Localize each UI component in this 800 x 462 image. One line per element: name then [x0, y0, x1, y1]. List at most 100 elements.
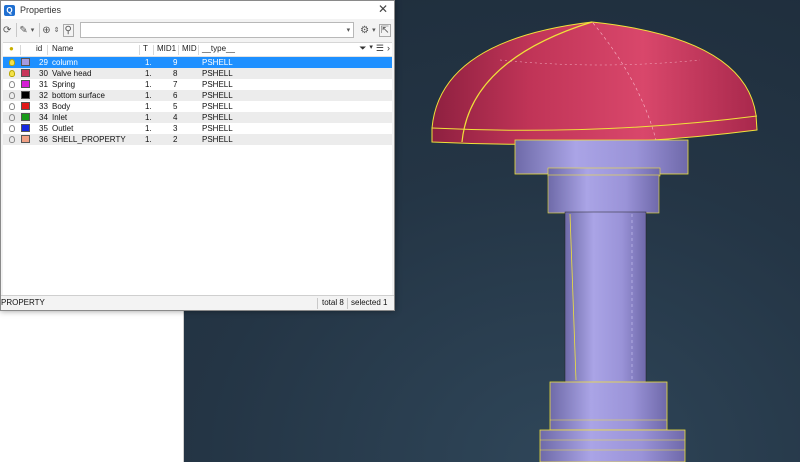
table-row[interactable]: 29 column 1. 9 PSHELL — [3, 57, 392, 68]
color-swatch[interactable] — [21, 69, 30, 77]
cell-mid1: 4 — [173, 113, 178, 122]
visibility-bulb-icon[interactable] — [9, 92, 15, 99]
table-row[interactable]: 31 Spring 1. 7 PSHELL — [3, 79, 392, 90]
refresh-icon[interactable]: ⟳ — [3, 25, 11, 36]
close-icon[interactable]: ✕ — [378, 2, 388, 16]
cell-mid1: 3 — [173, 124, 178, 133]
color-swatch[interactable] — [21, 80, 30, 88]
column-header-t[interactable]: T — [143, 44, 148, 53]
header-tools: ⏷ ▾ ☰ › — [359, 43, 390, 54]
table-header: ● id Name T MID1 MID __type__ ⏷ ▾ ☰ › — [3, 43, 392, 57]
cell-id: 34 — [39, 113, 48, 122]
chevron-down-icon[interactable]: ▾ — [369, 43, 373, 54]
status-left: PROPERTY — [1, 298, 45, 307]
table-row[interactable]: 34 Inlet 1. 4 PSHELL — [3, 112, 392, 123]
search-input[interactable] — [80, 24, 347, 36]
table-row[interactable]: 32 bottom surface 1. 6 PSHELL — [3, 90, 392, 101]
color-swatch[interactable] — [21, 102, 30, 110]
cell-type: PSHELL — [202, 69, 233, 78]
visibility-bulb-icon[interactable] — [9, 114, 15, 121]
cell-mid1: 5 — [173, 102, 178, 111]
cell-t: 1. — [145, 58, 152, 67]
cell-mid1: 8 — [173, 69, 178, 78]
cell-t: 1. — [145, 102, 152, 111]
cell-name: Outlet — [52, 124, 74, 133]
chevron-right-icon[interactable]: › — [387, 43, 390, 54]
properties-dialog: Q Properties ✕ ⟳ ✎ ▾ ⊕ ⇕ ⚲ ▾ ⚙ ▾ ⇱ ● id … — [0, 0, 395, 311]
column-header-type[interactable]: __type__ — [202, 44, 235, 53]
color-swatch[interactable] — [21, 135, 30, 143]
visibility-header-icon[interactable]: ● — [9, 44, 14, 53]
color-swatch[interactable] — [21, 124, 30, 132]
color-swatch[interactable] — [21, 113, 30, 121]
cell-name: column — [52, 58, 78, 67]
visibility-bulb-icon[interactable] — [9, 70, 15, 77]
cell-id: 29 — [39, 58, 48, 67]
cursor-icon[interactable]: ⇱ — [378, 23, 391, 37]
table-row[interactable]: 33 Body 1. 5 PSHELL — [3, 101, 392, 112]
columns-icon[interactable]: ☰ — [376, 43, 384, 54]
visibility-bulb-icon[interactable] — [9, 103, 15, 110]
column-header-mid[interactable]: MID — [182, 44, 197, 53]
cell-type: PSHELL — [202, 80, 233, 89]
visibility-bulb-icon[interactable] — [9, 136, 15, 143]
stepper-icon[interactable]: ⇕ — [54, 26, 60, 34]
cell-name: Inlet — [52, 113, 68, 122]
zoom-icon[interactable]: ⊕ — [42, 25, 50, 36]
table-body: 29 column 1. 9 PSHELL 30 Valve head 1. 8 PSHELL 31… — [3, 57, 392, 145]
cell-id: 32 — [39, 91, 48, 100]
toolbar-separator — [16, 23, 18, 37]
visibility-bulb-icon[interactable] — [9, 59, 15, 66]
cell-mid1: 6 — [173, 91, 178, 100]
cell-mid1: 2 — [173, 135, 178, 144]
status-total: total 8 — [322, 298, 344, 307]
color-swatch[interactable] — [21, 58, 30, 66]
color-swatch[interactable] — [21, 91, 30, 99]
visibility-bulb-icon[interactable] — [9, 81, 15, 88]
window-title: Properties — [20, 5, 62, 15]
column-header-id[interactable]: id — [36, 44, 42, 53]
cell-t: 1. — [145, 113, 152, 122]
properties-table: ● id Name T MID1 MID __type__ ⏷ ▾ ☰ › 29… — [3, 42, 392, 296]
search-field[interactable]: ▾ — [79, 22, 355, 38]
cell-t: 1. — [145, 135, 152, 144]
visibility-bulb-icon[interactable] — [9, 125, 15, 132]
cell-mid1: 9 — [173, 58, 178, 67]
search-icon[interactable]: ⚲ — [62, 23, 74, 37]
model-tree-panel — [0, 310, 184, 462]
neck — [547, 174, 660, 214]
chevron-down-icon[interactable]: ▾ — [347, 26, 354, 34]
base-ring — [539, 429, 686, 462]
cell-id: 33 — [39, 102, 48, 111]
cell-id: 31 — [39, 80, 48, 89]
cell-name: Spring — [52, 80, 76, 89]
cell-id: 36 — [39, 135, 48, 144]
column — [564, 211, 647, 385]
titlebar[interactable]: Q Properties ✕ — [1, 1, 394, 19]
table-row[interactable]: 35 Outlet 1. 3 PSHELL — [3, 123, 392, 134]
valve-head — [431, 21, 758, 145]
cell-mid1: 7 — [173, 80, 178, 89]
settings-icon[interactable]: ⚙ — [360, 25, 369, 36]
column-header-mid1[interactable]: MID1 — [157, 44, 176, 53]
cell-type: PSHELL — [202, 102, 233, 111]
cell-id: 30 — [39, 69, 48, 78]
cell-t: 1. — [145, 80, 152, 89]
filter-icon[interactable]: ⏷ — [359, 43, 366, 54]
chevron-down-icon[interactable]: ▾ — [372, 26, 376, 34]
table-row[interactable]: 30 Valve head 1. 8 PSHELL — [3, 68, 392, 79]
column-header-name[interactable]: Name — [52, 44, 73, 53]
cell-type: PSHELL — [202, 113, 233, 122]
probe-icon[interactable]: ✎ — [19, 25, 27, 36]
toolbar-separator — [39, 23, 41, 37]
cell-name: Body — [52, 102, 71, 111]
table-row[interactable]: 36 SHELL_PROPERTY 1. 2 PSHELL — [3, 134, 392, 145]
cell-name: bottom surface — [52, 91, 105, 100]
cell-id: 35 — [39, 124, 48, 133]
cell-type: PSHELL — [202, 135, 233, 144]
status-selected: selected 1 — [351, 298, 388, 307]
cell-type: PSHELL — [202, 124, 233, 133]
cell-name: SHELL_PROPERTY — [52, 135, 126, 144]
chevron-down-icon[interactable]: ▾ — [31, 26, 35, 34]
cell-type: PSHELL — [202, 91, 233, 100]
